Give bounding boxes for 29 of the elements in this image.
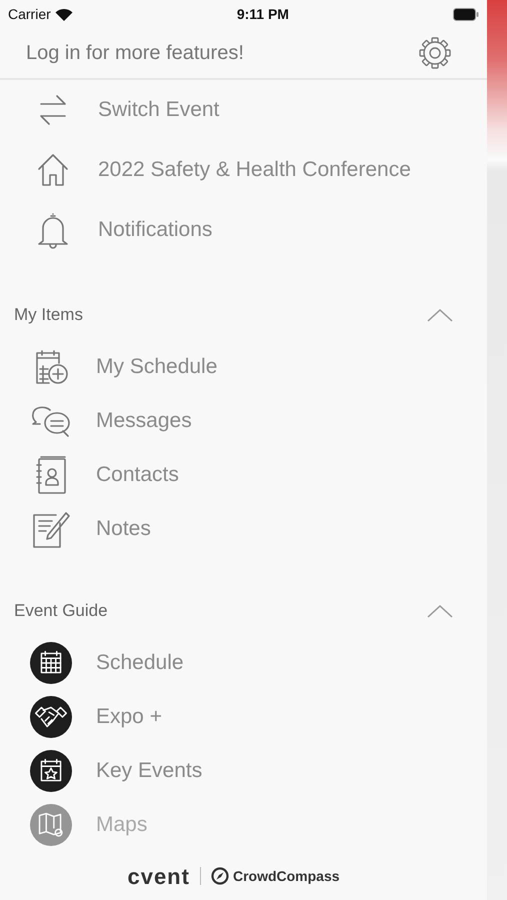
chevron-up-icon[interactable] xyxy=(427,308,453,322)
menu-item[interactable]: Messages xyxy=(96,405,192,437)
calendar-grid-icon xyxy=(30,641,72,685)
menu-item[interactable]: My Schedule xyxy=(96,351,218,383)
section-title[interactable]: Event Guide xyxy=(14,598,108,624)
menu-item[interactable]: Key Events xyxy=(96,755,202,787)
wifi-icon xyxy=(54,8,73,20)
chat-bubbles-icon xyxy=(30,404,72,438)
menu-item[interactable]: Maps xyxy=(96,809,148,841)
carrier-label: Carrier xyxy=(8,4,51,24)
chevron-up-icon[interactable] xyxy=(427,604,453,618)
settings-icon[interactable] xyxy=(419,37,451,69)
section-title[interactable]: My Items xyxy=(14,302,83,328)
menu-item[interactable]: Switch Event xyxy=(98,94,220,126)
compass-icon xyxy=(210,867,229,885)
menu-item[interactable]: Notifications xyxy=(98,214,212,246)
handshake-icon xyxy=(30,695,72,739)
menu-item[interactable]: Contacts xyxy=(96,459,179,491)
brand-logo: cvent xyxy=(127,862,190,890)
menu-item[interactable]: Schedule xyxy=(96,647,184,679)
battery-icon xyxy=(452,8,479,20)
status-time: 9:11 PM xyxy=(236,4,289,24)
note-pencil-icon xyxy=(30,509,72,549)
partner-logo: CrowdCompass xyxy=(232,866,340,886)
map-icon xyxy=(30,803,72,847)
login-prompt[interactable]: Log in for more features! xyxy=(26,38,244,68)
menu-item[interactable]: Expo + xyxy=(96,701,162,733)
menu-item[interactable]: 2022 Safety & Health Conference xyxy=(98,154,411,186)
menu-item[interactable]: Notes xyxy=(96,513,151,545)
